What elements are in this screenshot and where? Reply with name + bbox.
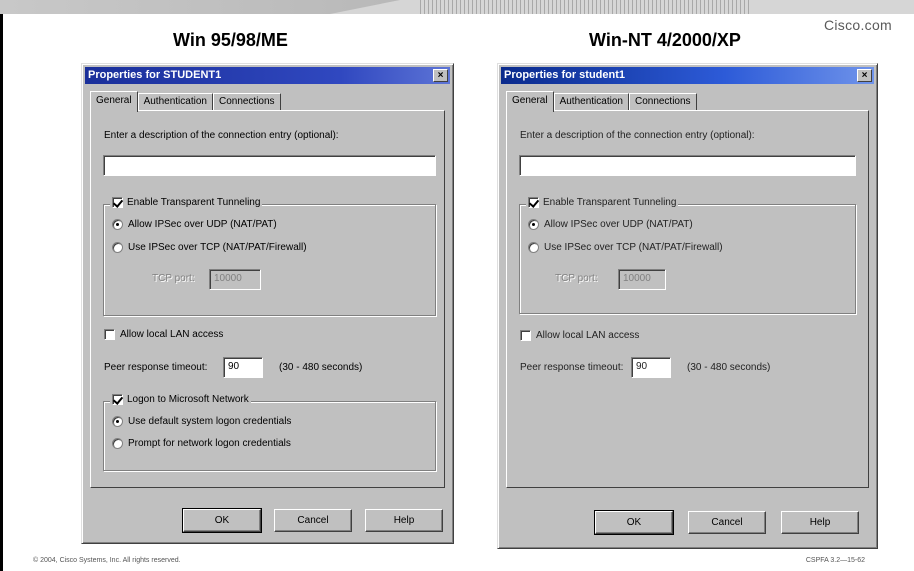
brand-text[interactable]: Cisco.com <box>824 17 892 33</box>
radio-icon <box>112 219 123 230</box>
checkbox-icon <box>528 197 539 208</box>
tab-general[interactable]: General <box>506 91 554 112</box>
ipsec-udp-radio[interactable]: Allow IPSec over UDP (NAT/PAT) <box>528 219 693 230</box>
allow-local-lan-checkbox[interactable]: Allow local LAN access <box>104 329 223 340</box>
tcp-port-input[interactable]: 10000 <box>618 269 666 290</box>
peer-timeout-label: Peer response timeout: <box>520 362 624 373</box>
transparent-tunneling-label: Enable Transparent Tunneling <box>543 197 677 208</box>
peer-timeout-range: (30 - 480 seconds) <box>687 362 771 373</box>
description-label: Enter a description of the connection en… <box>104 130 339 141</box>
checkbox-icon <box>104 329 115 340</box>
description-input[interactable] <box>103 155 436 176</box>
general-panel: Enter a description of the connection en… <box>90 110 445 488</box>
description-label: Enter a description of the connection en… <box>520 130 755 141</box>
transparent-tunneling-label: Enable Transparent Tunneling <box>127 197 261 208</box>
logon-default-radio[interactable]: Use default system logon credentials <box>112 416 291 427</box>
radio-icon <box>112 242 123 253</box>
copyright-footer: © 2004, Cisco Systems, Inc. All rights r… <box>33 557 181 564</box>
radio-icon <box>528 242 539 253</box>
dialog-titlebar[interactable]: Properties for STUDENT1 × <box>85 67 450 84</box>
radio-icon <box>112 438 123 449</box>
banner-stripes <box>0 0 914 14</box>
cancel-button[interactable]: Cancel <box>688 511 766 534</box>
tab-general[interactable]: General <box>90 91 138 112</box>
tcp-port-label: TCP port: <box>555 273 598 284</box>
tab-strip: General Authentication Connections <box>90 91 281 112</box>
radio-icon <box>112 416 123 427</box>
properties-dialog-winnt: Properties for student1 × General Authen… <box>497 63 878 549</box>
ipsec-tcp-label: Use IPSec over TCP (NAT/PAT/Firewall) <box>544 242 723 253</box>
checkbox-icon <box>520 330 531 341</box>
peer-timeout-range: (30 - 480 seconds) <box>279 362 363 373</box>
left-rule <box>0 14 3 571</box>
close-button[interactable]: × <box>857 69 872 82</box>
heading-winnt: Win-NT 4/2000/XP <box>589 30 741 50</box>
radio-icon <box>528 219 539 230</box>
tab-connections[interactable]: Connections <box>212 93 281 111</box>
logon-microsoft-checkbox[interactable]: Logon to Microsoft Network <box>110 394 251 405</box>
help-button[interactable]: Help <box>365 509 443 532</box>
tab-connections[interactable]: Connections <box>628 93 697 111</box>
allow-local-lan-label: Allow local LAN access <box>536 330 640 341</box>
logon-prompt-radio[interactable]: Prompt for network logon credentials <box>112 438 291 449</box>
logon-prompt-label: Prompt for network logon credentials <box>128 438 291 449</box>
cancel-button[interactable]: Cancel <box>274 509 352 532</box>
peer-timeout-input[interactable]: 90 <box>223 357 263 378</box>
general-panel: Enter a description of the connection en… <box>506 110 869 488</box>
ok-button[interactable]: OK <box>594 510 674 535</box>
ipsec-udp-label: Allow IPSec over UDP (NAT/PAT) <box>128 219 277 230</box>
ipsec-udp-label: Allow IPSec over UDP (NAT/PAT) <box>544 219 693 230</box>
tab-authentication[interactable]: Authentication <box>137 93 213 111</box>
heading-win9x: Win 95/98/ME <box>173 30 288 50</box>
logon-default-label: Use default system logon credentials <box>128 416 292 427</box>
allow-local-lan-label: Allow local LAN access <box>120 329 224 340</box>
ipsec-tcp-label: Use IPSec over TCP (NAT/PAT/Firewall) <box>128 242 307 253</box>
dialog-title: Properties for student1 <box>504 69 626 81</box>
transparent-tunneling-group: Enable Transparent Tunneling Allow IPSec… <box>103 197 436 316</box>
dialog-titlebar[interactable]: Properties for student1 × <box>501 67 874 84</box>
dialog-title: Properties for STUDENT1 <box>88 69 222 81</box>
tab-authentication[interactable]: Authentication <box>553 93 629 111</box>
properties-dialog-win9x: Properties for STUDENT1 × General Authen… <box>81 63 454 544</box>
top-banner <box>0 0 914 14</box>
course-code-footer: CSPFA 3.2—15-62 <box>805 557 865 564</box>
tcp-port-label: TCP port: <box>152 273 195 284</box>
transparent-tunneling-checkbox[interactable]: Enable Transparent Tunneling <box>526 197 679 208</box>
peer-timeout-label: Peer response timeout: <box>104 362 208 373</box>
microsoft-network-group: Logon to Microsoft Network Use default s… <box>103 394 436 471</box>
tab-strip: General Authentication Connections <box>506 91 697 112</box>
close-button[interactable]: × <box>433 69 448 82</box>
checkbox-icon <box>112 197 123 208</box>
ok-button[interactable]: OK <box>182 508 262 533</box>
transparent-tunneling-group: Enable Transparent Tunneling Allow IPSec… <box>519 197 856 314</box>
description-input[interactable] <box>519 155 856 176</box>
tcp-port-input[interactable]: 10000 <box>209 269 261 290</box>
checkbox-icon <box>112 394 123 405</box>
ipsec-udp-radio[interactable]: Allow IPSec over UDP (NAT/PAT) <box>112 219 277 230</box>
help-button[interactable]: Help <box>781 511 859 534</box>
ipsec-tcp-radio[interactable]: Use IPSec over TCP (NAT/PAT/Firewall) <box>112 242 307 253</box>
peer-timeout-input[interactable]: 90 <box>631 357 671 378</box>
logon-microsoft-label: Logon to Microsoft Network <box>127 394 249 405</box>
transparent-tunneling-checkbox[interactable]: Enable Transparent Tunneling <box>110 197 263 208</box>
ipsec-tcp-radio[interactable]: Use IPSec over TCP (NAT/PAT/Firewall) <box>528 242 723 253</box>
allow-local-lan-checkbox[interactable]: Allow local LAN access <box>520 330 639 341</box>
